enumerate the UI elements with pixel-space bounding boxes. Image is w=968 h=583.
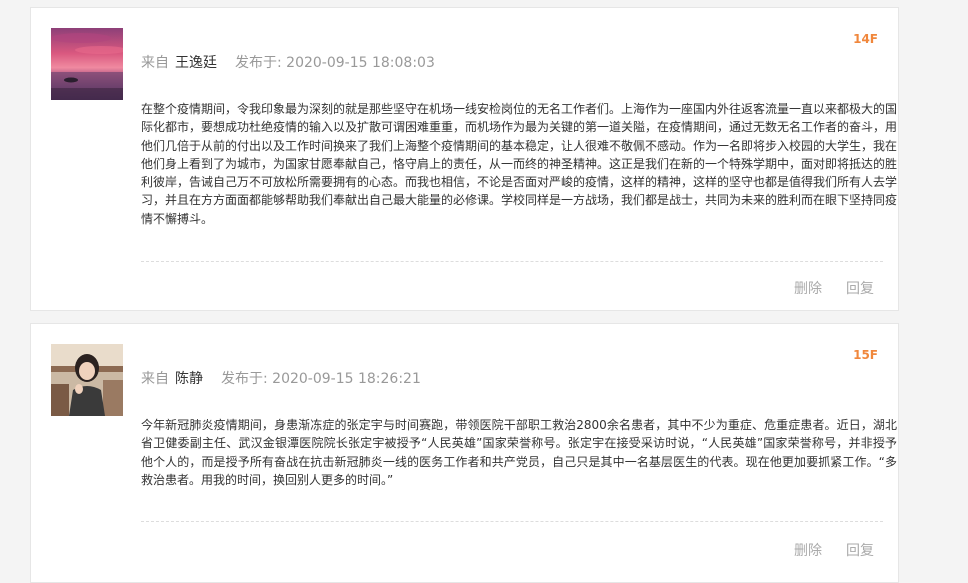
comment-meta: 来自 王逸廷 发布于: 2020-09-15 18:08:03 — [141, 52, 435, 72]
posted-label: 发布于: — [221, 371, 268, 387]
reply-button[interactable]: 回复 — [846, 543, 874, 559]
floor-number: 14F — [853, 32, 878, 46]
post-time: 2020-09-15 18:26:21 — [272, 371, 421, 387]
avatar[interactable] — [51, 28, 123, 100]
comment-card: 15F 来自 陈静 发布于: 2020-09-15 18:26:21 今年新冠肺炎疫… — [30, 323, 899, 583]
comment-content: 在整个疫情期间，令我印象最为深刻的就是那些坚守在机场一线安检岗位的无名工作者们。… — [141, 102, 898, 226]
divider — [141, 261, 883, 262]
from-label: 来自 — [141, 55, 169, 71]
author-name[interactable]: 陈静 — [175, 371, 203, 387]
delete-button[interactable]: 删除 — [794, 281, 822, 297]
posted-label: 发布于: — [235, 55, 282, 71]
reply-button[interactable]: 回复 — [846, 281, 874, 297]
post-time: 2020-09-15 18:08:03 — [286, 55, 435, 71]
avatar[interactable] — [51, 344, 123, 416]
comment-card: 14F 来自 王逸廷 发布于: 2020-09-15 18:08:03 在整个疫情期… — [30, 7, 899, 311]
floor-number: 15F — [853, 348, 878, 362]
comment-actions: 删除 回复 — [794, 278, 874, 298]
from-label: 来自 — [141, 371, 169, 387]
delete-button[interactable]: 删除 — [794, 543, 822, 559]
comment-meta: 来自 陈静 发布于: 2020-09-15 18:26:21 — [141, 368, 421, 388]
avatar-person-photo — [51, 344, 123, 416]
avatar-sunset-image — [51, 28, 123, 100]
comment-content: 今年新冠肺炎疫情期间，身患渐冻症的张定宇与时间赛跑，带领医院干部职工救治2800… — [141, 418, 897, 487]
comment-actions: 删除 回复 — [794, 540, 874, 560]
divider — [141, 521, 883, 522]
author-name[interactable]: 王逸廷 — [175, 55, 217, 71]
